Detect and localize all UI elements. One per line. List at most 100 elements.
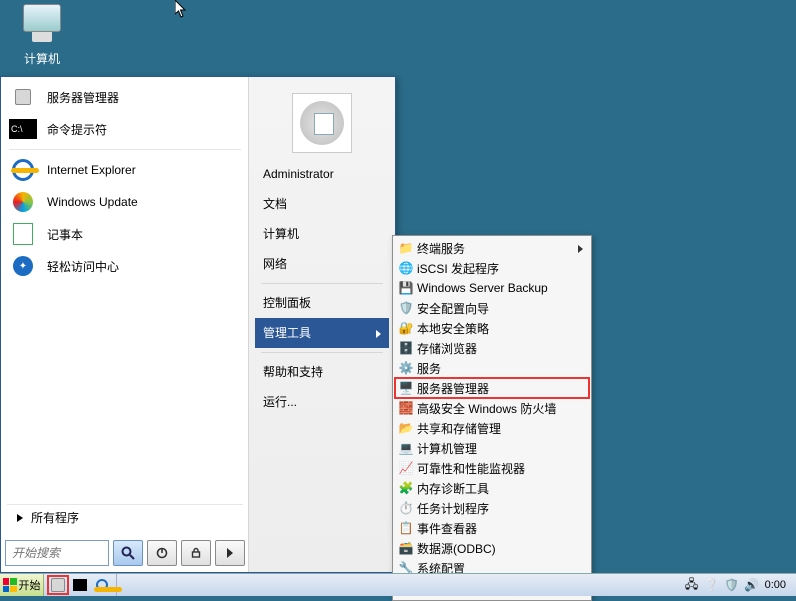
ie-icon [9, 157, 37, 183]
search-icon [121, 546, 135, 560]
right-item-control-panel[interactable]: 控制面板 [255, 288, 389, 318]
folder-icon: 📁 [398, 240, 414, 256]
iscsi-icon: 🌐 [398, 260, 414, 276]
lock-icon [190, 547, 202, 559]
right-item-computer[interactable]: 计算机 [255, 219, 389, 249]
tasksched-icon: ⏱️ [398, 500, 414, 516]
eventvwr-icon: 📋 [398, 520, 414, 536]
search-button[interactable] [113, 540, 143, 566]
compmgmt-icon: 💻 [398, 440, 414, 456]
chevron-right-icon [227, 548, 233, 558]
gear-icon [300, 101, 344, 145]
separator [9, 149, 241, 150]
admin-tools-submenu: 📁终端服务 🌐iSCSI 发起程序 💾Windows Server Backup… [392, 235, 592, 601]
start-menu-left-pane: 服务器管理器 C:\ 命令提示符 Internet Explorer Windo… [1, 77, 249, 572]
notepad-icon [9, 221, 37, 247]
sub-perf-monitor[interactable]: 📈可靠性和性能监视器 [395, 458, 589, 478]
start-menu-bottom-row [5, 540, 245, 566]
pinned-cmd[interactable]: C:\ 命令提示符 [3, 113, 247, 145]
tray-help-icon[interactable]: ❔ [705, 578, 719, 592]
server-manager-icon [51, 578, 65, 592]
cmd-icon [73, 579, 87, 591]
sub-event-viewer[interactable]: 📋事件查看器 [395, 518, 589, 538]
system-tray[interactable]: 🖧 ❔ 🛡️ 🔊 0:00 [677, 574, 796, 596]
right-menu-list: Administrator 文档 计算机 网络 控制面板 管理工具 帮助和支持 … [249, 159, 395, 417]
tray-volume-icon[interactable]: 🔊 [745, 578, 759, 592]
pinned-windows-update[interactable]: Windows Update [3, 186, 247, 218]
sub-computer-mgmt[interactable]: 💻计算机管理 [395, 438, 589, 458]
memdiag-icon: 🧩 [398, 480, 414, 496]
ease-of-access-icon: ✦ [9, 253, 37, 279]
pinned-label: 服务器管理器 [47, 89, 119, 106]
taskbar-space [117, 574, 677, 596]
services-icon: ⚙️ [398, 360, 414, 376]
user-picture[interactable] [292, 93, 352, 153]
quick-launch [44, 574, 117, 596]
start-menu: 服务器管理器 C:\ 命令提示符 Internet Explorer Windo… [0, 76, 396, 573]
all-programs-button[interactable]: 所有程序 [7, 504, 243, 530]
sub-backup[interactable]: 💾Windows Server Backup [395, 278, 589, 298]
right-item-user[interactable]: Administrator [255, 159, 389, 189]
search-input[interactable] [6, 546, 108, 560]
sub-server-manager[interactable]: 🖥️服务器管理器 [395, 378, 589, 398]
pinned-label: 轻松访问中心 [47, 258, 119, 275]
pinned-label: Windows Update [47, 195, 138, 209]
sub-mem-diag[interactable]: 🧩内存诊断工具 [395, 478, 589, 498]
start-label: 开始 [19, 577, 41, 593]
server-manager-icon [9, 84, 37, 110]
ql-server-manager[interactable] [48, 576, 68, 594]
separator [261, 352, 383, 353]
sub-security-config[interactable]: 🛡️安全配置向导 [395, 298, 589, 318]
pinned-label: 命令提示符 [47, 121, 107, 138]
taskbar: 开始 🖧 ❔ 🛡️ 🔊 0:00 [0, 573, 796, 596]
search-box[interactable] [5, 540, 109, 566]
start-button[interactable]: 开始 [0, 574, 44, 596]
policy-icon: 🔐 [398, 320, 414, 336]
right-item-documents[interactable]: 文档 [255, 189, 389, 219]
ql-cmd[interactable] [70, 576, 90, 594]
sub-task-scheduler[interactable]: ⏱️任务计划程序 [395, 498, 589, 518]
windows-update-icon [9, 189, 37, 215]
firewall-icon: 🧱 [398, 400, 414, 416]
sub-storage-browser[interactable]: 🗄️存储浏览器 [395, 338, 589, 358]
pinned-ease-of-access[interactable]: ✦ 轻松访问中心 [3, 250, 247, 282]
pinned-notepad[interactable]: 记事本 [3, 218, 247, 250]
computer-icon [18, 4, 66, 48]
server-manager-icon: 🖥️ [398, 380, 414, 396]
sub-local-sec-policy[interactable]: 🔐本地安全策略 [395, 318, 589, 338]
odbc-icon: 🗃️ [398, 540, 414, 556]
separator [261, 283, 383, 284]
sub-firewall[interactable]: 🧱高级安全 Windows 防火墙 [395, 398, 589, 418]
perf-icon: 📈 [398, 460, 414, 476]
tray-clock[interactable]: 0:00 [765, 579, 788, 591]
triangle-right-icon [17, 514, 23, 522]
pinned-ie[interactable]: Internet Explorer [3, 154, 247, 186]
desktop-icon-computer[interactable]: 计算机 [12, 0, 72, 67]
lock-button[interactable] [181, 540, 211, 566]
sub-odbc[interactable]: 🗃️数据源(ODBC) [395, 538, 589, 558]
backup-icon: 💾 [398, 280, 414, 296]
sub-iscsi[interactable]: 🌐iSCSI 发起程序 [395, 258, 589, 278]
ql-ie[interactable] [92, 576, 112, 594]
start-menu-right-pane: Administrator 文档 计算机 网络 控制面板 管理工具 帮助和支持 … [248, 77, 395, 572]
right-item-admin-tools[interactable]: 管理工具 [255, 318, 389, 348]
power-icon [156, 547, 168, 559]
power-button[interactable] [147, 540, 177, 566]
right-item-help[interactable]: 帮助和支持 [255, 357, 389, 387]
desktop-icon-label: 计算机 [12, 50, 72, 67]
pinned-server-manager[interactable]: 服务器管理器 [3, 81, 247, 113]
shutdown-options-button[interactable] [215, 540, 245, 566]
pinned-label: Internet Explorer [47, 163, 136, 177]
all-programs-label: 所有程序 [31, 505, 79, 531]
tray-network-icon[interactable]: 🖧 [685, 578, 699, 592]
tray-security-icon[interactable]: 🛡️ [725, 578, 739, 592]
sub-services[interactable]: ⚙️服务 [395, 358, 589, 378]
sub-share-storage[interactable]: 📂共享和存储管理 [395, 418, 589, 438]
pinned-list: 服务器管理器 C:\ 命令提示符 Internet Explorer Windo… [1, 77, 249, 286]
sub-terminal-services[interactable]: 📁终端服务 [395, 238, 589, 258]
cmd-icon: C:\ [9, 116, 37, 142]
mouse-cursor-icon [175, 0, 189, 18]
right-item-network[interactable]: 网络 [255, 249, 389, 279]
right-item-run[interactable]: 运行... [255, 387, 389, 417]
share-icon: 📂 [398, 420, 414, 436]
